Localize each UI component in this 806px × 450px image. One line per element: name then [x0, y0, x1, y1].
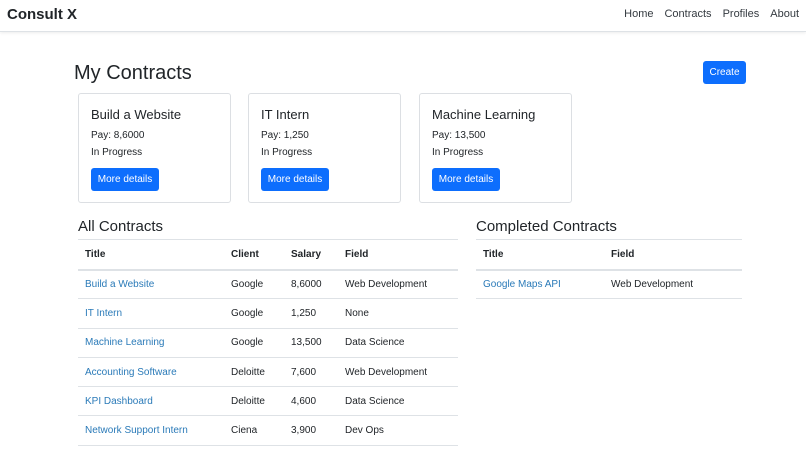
card-status: In Progress [91, 147, 143, 158]
salary-cell: 8,6000 [284, 269, 338, 300]
nav-link-home[interactable]: Home [624, 8, 653, 20]
card-title: IT Intern [261, 107, 310, 122]
table-row: IT Intern Google 1,250 None [78, 298, 458, 329]
all-contracts-title: All Contracts [78, 218, 164, 235]
client-cell: Deloitte [224, 386, 284, 417]
field-cell: Data Science [338, 328, 458, 358]
salary-cell: 3,900 [284, 415, 338, 446]
table-row: Build a Website Google 8,6000 Web Develo… [78, 269, 458, 300]
card-pay: Pay: 13,500 [432, 130, 486, 141]
field-cell: None [338, 298, 458, 329]
title-cell: KPI Dashboard [78, 386, 224, 417]
field-cell: Web Development [338, 357, 458, 388]
nav-link-about[interactable]: About [770, 8, 799, 20]
client-cell: Ciena [224, 415, 284, 446]
title-cell: Network Support Intern [78, 415, 224, 446]
card-pay: Pay: 8,6000 [91, 130, 145, 141]
client-cell: Google [224, 298, 284, 329]
card-title: Machine Learning [432, 107, 536, 122]
client-cell: Google [224, 328, 284, 358]
nav-links: Home Contracts Profiles About [624, 8, 799, 20]
more-details-button[interactable]: More details [261, 168, 329, 191]
contract-card: IT Intern Pay: 1,250 In Progress More de… [248, 93, 401, 203]
column-header-title: Title [476, 239, 604, 271]
title-cell: IT Intern [78, 298, 224, 329]
column-header-field: Field [338, 239, 458, 271]
table-header-row: Title Field [476, 239, 742, 271]
table-row: Machine Learning Google 13,500 Data Scie… [78, 328, 458, 358]
salary-cell: 1,250 [284, 298, 338, 329]
page-title: My Contracts [74, 62, 192, 84]
navbar: Consult X Home Contracts Profiles About [0, 0, 806, 32]
all-contracts-table: Title Client Salary Field Build a Websit… [78, 239, 458, 446]
contract-link[interactable]: IT Intern [85, 308, 122, 319]
table-row: Network Support Intern Ciena 3,900 Dev O… [78, 415, 458, 446]
table-row: Google Maps API Web Development [476, 269, 742, 300]
nav-link-contracts[interactable]: Contracts [664, 8, 711, 20]
field-cell: Web Development [338, 269, 458, 300]
card-status: In Progress [261, 147, 313, 158]
brand-logo[interactable]: Consult X [7, 6, 77, 23]
column-header-client: Client [224, 239, 284, 271]
column-header-field: Field [604, 239, 742, 271]
table-row: KPI Dashboard Deloitte 4,600 Data Scienc… [78, 386, 458, 417]
card-title: Build a Website [91, 107, 182, 122]
contract-link[interactable]: Google Maps API [483, 279, 561, 290]
client-cell: Google [224, 269, 284, 300]
salary-cell: 13,500 [284, 328, 338, 358]
field-cell: Data Science [338, 386, 458, 417]
create-button[interactable]: Create [703, 61, 746, 84]
title-cell: Google Maps API [476, 269, 604, 300]
completed-contracts-table: Title Field Google Maps API Web Developm… [476, 239, 742, 300]
title-cell: Build a Website [78, 269, 224, 300]
card-status: In Progress [432, 147, 484, 158]
column-header-title: Title [78, 239, 224, 271]
contract-link[interactable]: Network Support Intern [85, 425, 188, 436]
more-details-button[interactable]: More details [432, 168, 500, 191]
table-row: Accounting Software Deloitte 7,600 Web D… [78, 357, 458, 388]
card-pay: Pay: 1,250 [261, 130, 309, 141]
field-cell: Dev Ops [338, 415, 458, 446]
contract-card: Build a Website Pay: 8,6000 In Progress … [78, 93, 231, 203]
salary-cell: 7,600 [284, 357, 338, 388]
contract-card: Machine Learning Pay: 13,500 In Progress… [419, 93, 572, 203]
nav-link-profiles[interactable]: Profiles [723, 8, 760, 20]
contract-link[interactable]: Build a Website [85, 279, 154, 290]
more-details-button[interactable]: More details [91, 168, 159, 191]
field-cell: Web Development [604, 269, 742, 300]
table-header-row: Title Client Salary Field [78, 239, 458, 271]
title-cell: Accounting Software [78, 357, 224, 388]
client-cell: Deloitte [224, 357, 284, 388]
title-cell: Machine Learning [78, 328, 224, 358]
column-header-salary: Salary [284, 239, 338, 271]
completed-contracts-title: Completed Contracts [476, 218, 617, 235]
contract-link[interactable]: Accounting Software [85, 367, 177, 378]
contract-link[interactable]: Machine Learning [85, 337, 165, 348]
salary-cell: 4,600 [284, 386, 338, 417]
contract-link[interactable]: KPI Dashboard [85, 396, 153, 407]
